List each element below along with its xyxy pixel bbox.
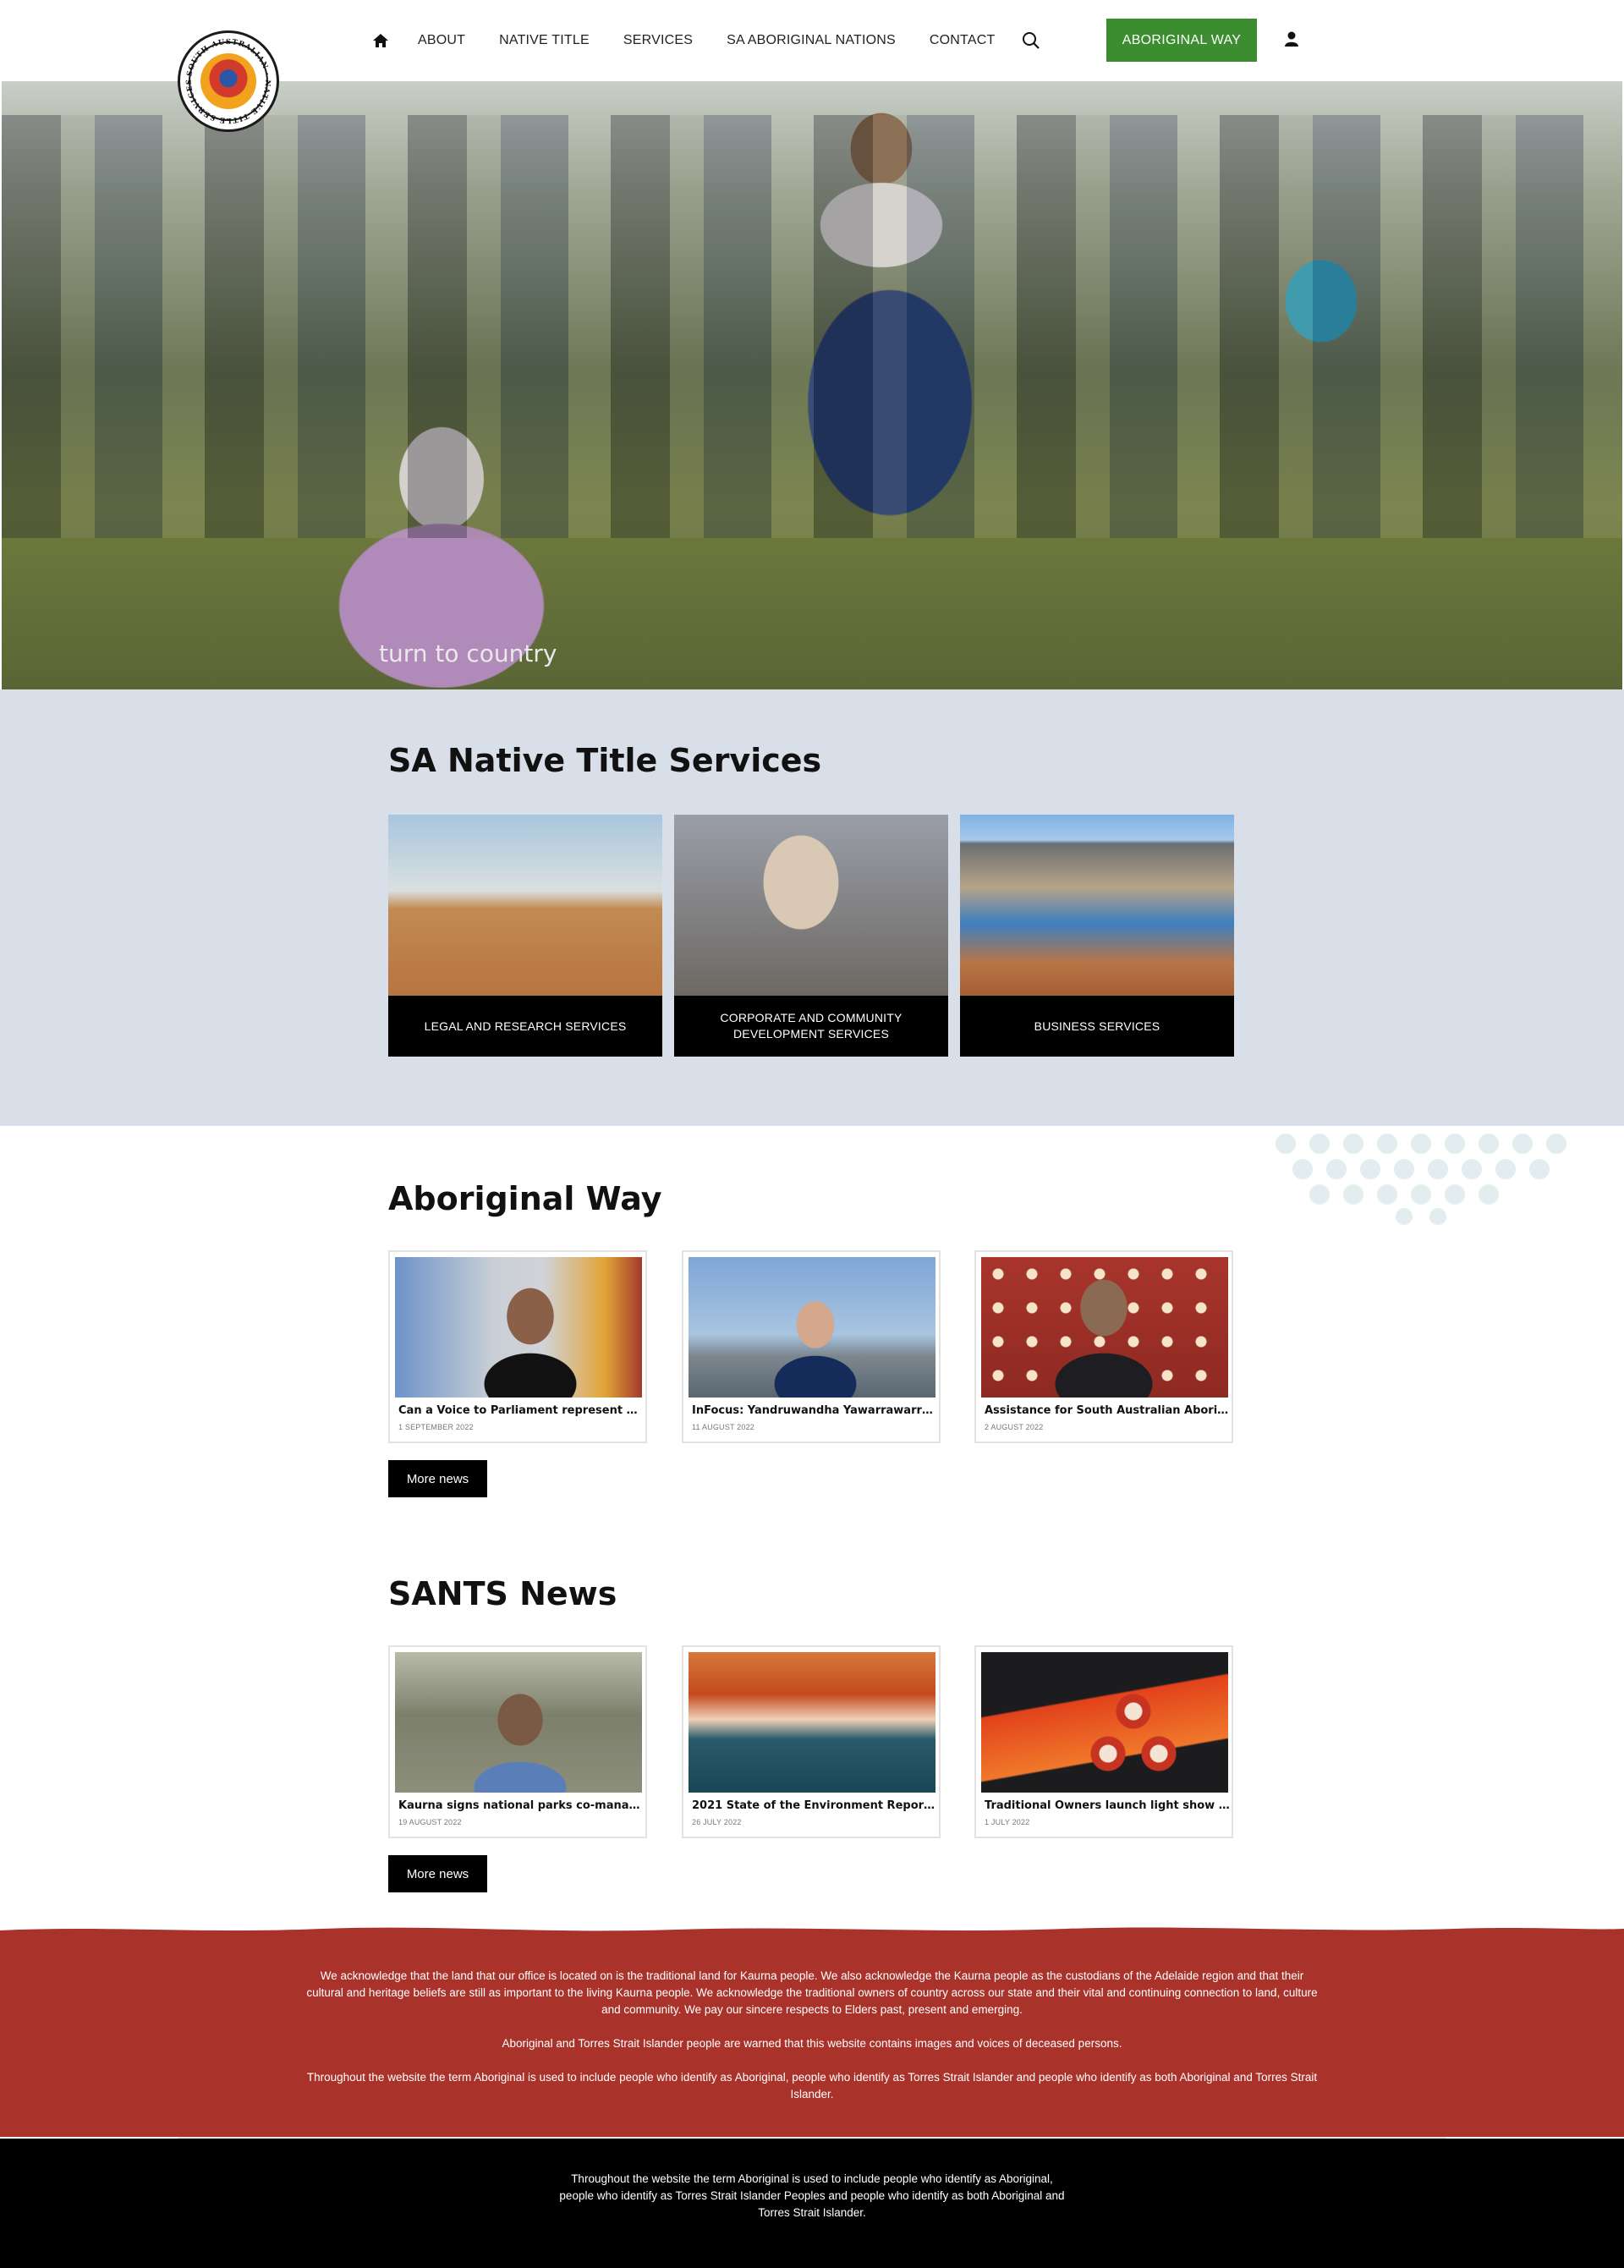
hero-image: turn to country (2, 81, 1622, 689)
svg-text:SOUTH AUSTRALIAN · NATIVE TITL: SOUTH AUSTRALIAN · NATIVE TITLE SERVICES (185, 38, 272, 124)
news-thumbnail (395, 1652, 642, 1793)
hero-shirt-text: turn to country (379, 640, 557, 667)
footer-text: Throughout the website the term Aborigin… (559, 2172, 1065, 2219)
news-card[interactable]: Traditional Owners launch light show at … (974, 1645, 1233, 1838)
acknowledgement-text: We acknowledge that the land that our of… (306, 1969, 1318, 2016)
news-title: InFocus: Yandruwandha Yawarrawarrka Trad… (692, 1404, 937, 1417)
aboriginal-way-title: Aboriginal Way (388, 1180, 662, 1217)
service-card-legal[interactable]: LEGAL AND RESEARCH SERVICES (388, 815, 662, 1057)
logo-lettering: SOUTH AUSTRALIAN · NATIVE TITLE SERVICES (185, 38, 272, 124)
news-date: 19 AUGUST 2022 (398, 1818, 462, 1826)
news-card[interactable]: Can a Voice to Parliament represent all … (388, 1250, 647, 1443)
service-image (674, 815, 948, 996)
news-card[interactable]: Assistance for South Australian Aborigin… (974, 1250, 1233, 1443)
news-title: Kaurna signs national parks co-managemen… (398, 1799, 644, 1812)
news-thumbnail (689, 1257, 935, 1398)
service-card-business[interactable]: BUSINESS SERVICES (960, 815, 1234, 1057)
main-nav: ABOUT NATIVE TITLE SERVICES SA ABORIGINA… (370, 25, 1040, 56)
nav-native-title[interactable]: NATIVE TITLE (499, 33, 590, 48)
service-image (960, 815, 1234, 996)
service-label: CORPORATE AND COMMUNITY DEVELOPMENT SERV… (720, 1011, 903, 1041)
nav-sa-aboriginal-nations[interactable]: SA ABORIGINAL NATIONS (727, 33, 896, 48)
news-date: 1 JULY 2022 (985, 1818, 1030, 1826)
service-image (388, 815, 662, 996)
news-card[interactable]: Kaurna signs national parks co-managemen… (388, 1645, 647, 1838)
news-thumbnail (395, 1257, 642, 1398)
site-footer: Throughout the website the term Aborigin… (0, 2139, 1624, 2268)
news-title: Traditional Owners launch light show at … (985, 1799, 1230, 1812)
services-section: SA Native Title Services LEGAL AND RESEA… (0, 689, 1624, 1126)
news-title: 2021 State of the Environment Report Fin… (692, 1799, 937, 1812)
nav-about[interactable]: ABOUT (418, 33, 465, 48)
news-date: 2 AUGUST 2022 (985, 1423, 1044, 1431)
services-title: SA Native Title Services (388, 742, 822, 779)
news-card[interactable]: InFocus: Yandruwandha Yawarrawarrka Trad… (682, 1250, 941, 1443)
acknowledgement-section: We acknowledge that the land that our of… (0, 1927, 1624, 2137)
hero-crowd (2, 115, 1622, 538)
news-title: Assistance for South Australian Aborigin… (985, 1404, 1230, 1417)
nav-contact[interactable]: CONTACT (930, 33, 996, 48)
news-thumbnail (981, 1257, 1228, 1398)
service-label: BUSINESS SERVICES (1034, 1019, 1160, 1033)
news-date: 1 SEPTEMBER 2022 (398, 1423, 474, 1431)
decorative-dots (1276, 1134, 1566, 1225)
news-date: 11 AUGUST 2022 (692, 1423, 755, 1431)
site-logo[interactable]: SOUTH AUSTRALIAN · NATIVE TITLE SERVICES (178, 30, 279, 132)
news-card[interactable]: 2021 State of the Environment Report Fin… (682, 1645, 941, 1838)
news-date: 26 JULY 2022 (692, 1818, 742, 1826)
more-news-button[interactable]: More news (388, 1460, 487, 1497)
service-label: LEGAL AND RESEARCH SERVICES (424, 1019, 627, 1033)
service-card-corporate[interactable]: CORPORATE AND COMMUNITY DEVELOPMENT SERV… (674, 815, 948, 1057)
news-title: Can a Voice to Parliament represent all … (398, 1404, 644, 1417)
wave-edge (0, 1927, 1624, 1937)
news-thumbnail (981, 1652, 1228, 1793)
news-thumbnail (689, 1652, 935, 1793)
nav-services[interactable]: SERVICES (623, 33, 693, 48)
user-icon[interactable] (1284, 30, 1299, 47)
terminology-note: Throughout the website the term Aborigin… (306, 2071, 1318, 2101)
more-news-button[interactable]: More news (388, 1855, 487, 1892)
home-icon[interactable] (370, 30, 391, 51)
aboriginal-way-button[interactable]: ABORIGINAL WAY (1106, 19, 1257, 62)
deceased-warning: Aboriginal and Torres Strait Islander pe… (502, 2037, 1122, 2050)
search-icon[interactable] (1022, 31, 1040, 50)
sants-news-title: SANTS News (388, 1575, 617, 1612)
